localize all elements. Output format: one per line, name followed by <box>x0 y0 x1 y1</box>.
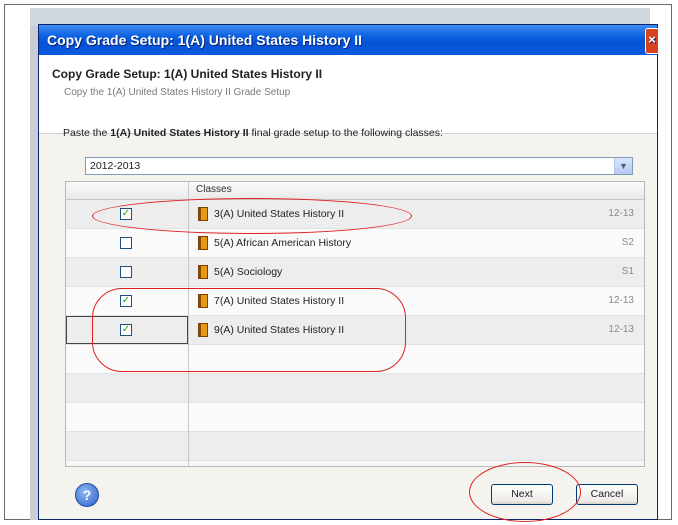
classes-grid: Classes ✓ 3(A) United States History II … <box>65 181 645 467</box>
help-icon[interactable]: ? <box>75 483 99 507</box>
class-name: 7(A) United States History II <box>214 295 345 307</box>
class-checkbox[interactable]: ✓ <box>120 324 132 336</box>
chevron-down-icon[interactable]: ▼ <box>614 158 632 174</box>
class-name: 5(A) African American History <box>214 237 352 249</box>
school-year-value: 2012-2013 <box>90 160 141 172</box>
grid-header: Classes <box>66 182 644 200</box>
dialog-subheading: Copy the 1(A) United States History II G… <box>64 87 291 98</box>
cancel-button[interactable]: Cancel <box>576 484 638 505</box>
class-name: 9(A) United States History II <box>214 324 345 336</box>
next-button[interactable]: Next <box>491 484 553 505</box>
school-year-dropdown[interactable]: 2012-2013 ▼ <box>85 157 633 175</box>
class-term: 12-13 <box>608 295 634 306</box>
class-checkbox[interactable] <box>120 237 132 249</box>
class-term: S2 <box>621 237 634 248</box>
class-row[interactable]: ✓ 9(A) United States History II 12-13 <box>66 316 644 345</box>
class-term: S1 <box>621 266 634 277</box>
book-icon <box>198 265 208 279</box>
window-title: Copy Grade Setup: 1(A) United States His… <box>47 32 363 48</box>
instruction-text: Paste the 1(A) United States History II … <box>63 127 443 139</box>
empty-row <box>66 432 644 461</box>
class-checkbox[interactable]: ✓ <box>120 208 132 220</box>
class-row[interactable]: ✓ 3(A) United States History II 12-13 <box>66 200 644 229</box>
class-name: 5(A) Sociology <box>214 266 283 278</box>
empty-row <box>66 403 644 432</box>
class-row[interactable]: 5(A) African American History S2 <box>66 229 644 258</box>
empty-row <box>66 345 644 374</box>
window-titlebar[interactable]: Copy Grade Setup: 1(A) United States His… <box>39 25 659 55</box>
header-panel: Copy Grade Setup: 1(A) United States His… <box>39 55 657 134</box>
instruction-course: 1(A) United States History II <box>110 127 249 139</box>
close-button[interactable]: × <box>645 28 659 54</box>
class-checkbox[interactable]: ✓ <box>120 295 132 307</box>
instruction-prefix: Paste the <box>63 127 111 139</box>
column-divider <box>188 182 189 466</box>
class-row[interactable]: 5(A) Sociology S1 <box>66 258 644 287</box>
book-icon <box>198 236 208 250</box>
book-icon <box>198 207 208 221</box>
class-checkbox[interactable] <box>120 266 132 278</box>
classes-column-header: Classes <box>196 184 232 195</box>
book-icon <box>198 294 208 308</box>
empty-row <box>66 374 644 403</box>
dialog-footer: ? Next Cancel <box>39 473 657 519</box>
class-term: 12-13 <box>608 324 634 335</box>
copy-grade-setup-dialog: Copy Grade Setup: 1(A) United States His… <box>38 24 659 520</box>
checkmark-icon: ✓ <box>121 324 131 335</box>
class-row[interactable]: ✓ 7(A) United States History II 12-13 <box>66 287 644 316</box>
instruction-suffix: final grade setup to the following class… <box>248 127 443 139</box>
class-name: 3(A) United States History II <box>214 208 345 220</box>
checkmark-icon: ✓ <box>121 295 131 306</box>
checkmark-icon: ✓ <box>121 208 131 219</box>
close-icon: × <box>648 32 656 47</box>
book-icon <box>198 323 208 337</box>
dialog-heading: Copy Grade Setup: 1(A) United States His… <box>52 67 323 81</box>
class-term: 12-13 <box>608 208 634 219</box>
